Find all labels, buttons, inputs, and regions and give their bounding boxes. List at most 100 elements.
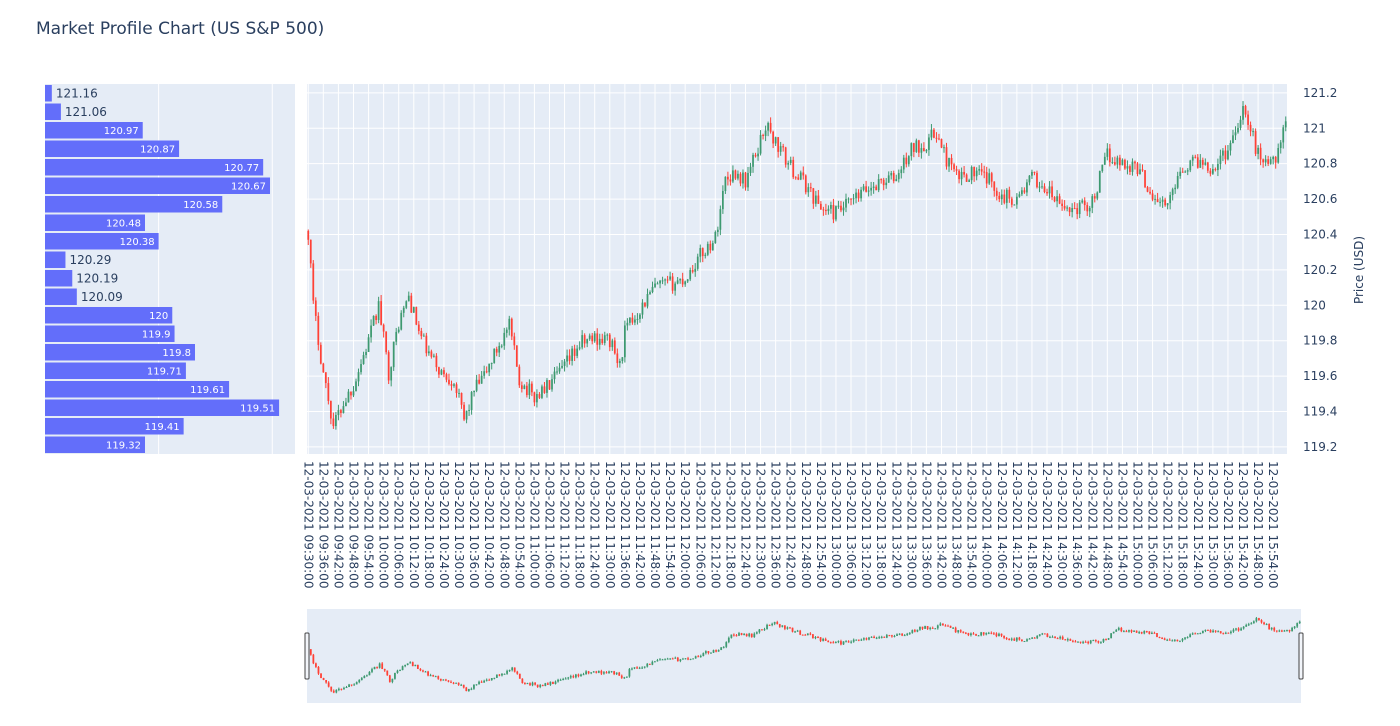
- price-y-tick-label: 120: [1303, 298, 1326, 312]
- candle-body: [732, 170, 734, 182]
- slider-candle-body: [755, 632, 758, 634]
- candle-body: [1043, 186, 1046, 192]
- candle-body: [1166, 203, 1169, 206]
- slider-candle-body: [855, 639, 858, 641]
- candle-body: [669, 276, 671, 280]
- candle-body: [1028, 175, 1031, 183]
- candle-body: [1227, 150, 1229, 160]
- candle-body: [1264, 159, 1267, 163]
- candle-body: [561, 365, 563, 368]
- slider-candle-body: [1237, 628, 1240, 631]
- price-y-tick-label: 121.2: [1303, 86, 1337, 100]
- price-x-tick-label: 12-03-2021 12:18:00: [723, 461, 737, 588]
- slider-candle-body: [625, 676, 628, 678]
- candle-body: [654, 283, 656, 287]
- candle-body: [382, 324, 385, 332]
- candle-body: [1086, 205, 1089, 212]
- slider-candle-body: [577, 674, 580, 677]
- slider-candle-body: [498, 674, 501, 676]
- slider-candle-body: [516, 671, 519, 674]
- slider-candle-body: [745, 633, 748, 637]
- slider-candle-body: [1140, 632, 1143, 634]
- candle-body: [636, 318, 639, 320]
- slider-candle-body: [801, 634, 804, 636]
- slider-candle-body: [789, 627, 791, 629]
- candle-body: [503, 332, 506, 346]
- slider-candle-body: [531, 682, 534, 686]
- slider-candle-body: [786, 627, 789, 629]
- candle-body: [1036, 172, 1038, 188]
- price-x-tick-label: 12-03-2021 10:06:00: [392, 461, 406, 588]
- candle-body: [965, 174, 968, 182]
- candle-body: [955, 169, 958, 171]
- price-x-ticks: 12-03-2021 09:30:00 12-03-2021 09:36:00 12…: [301, 461, 1280, 588]
- slider-candle-body: [674, 657, 677, 659]
- slider-candle-body: [1168, 639, 1171, 641]
- slider-candle-body: [1286, 629, 1288, 631]
- candle-body: [719, 209, 722, 230]
- slider-candle-body: [919, 626, 921, 630]
- slider-candle-body: [1092, 640, 1095, 642]
- slider-candle-body: [1056, 638, 1059, 640]
- candle-body: [345, 402, 347, 407]
- candle-body: [1159, 201, 1161, 203]
- slider-candle-body: [1010, 638, 1013, 640]
- slider-candle-body: [832, 642, 835, 644]
- candle-body: [1274, 156, 1277, 163]
- range-slider-right-handle[interactable]: [1298, 632, 1304, 680]
- slider-candle-body: [1125, 631, 1128, 633]
- slider-candle-body: [776, 622, 779, 625]
- candle-body: [639, 314, 641, 319]
- slider-candle-body: [572, 676, 575, 678]
- slider-candle-body: [880, 636, 883, 638]
- slider-candle-body: [921, 626, 924, 629]
- slider-candle-body: [878, 637, 881, 639]
- profile-bar-label: 119.41: [145, 422, 180, 433]
- slider-candle-body: [541, 685, 544, 687]
- candle-body: [850, 198, 852, 200]
- candle-body: [975, 170, 978, 177]
- candle-body: [631, 317, 634, 323]
- candle-body: [847, 198, 850, 200]
- slider-candle-body: [903, 635, 906, 637]
- slider-candle-body: [411, 662, 414, 667]
- slider-candle-body: [715, 650, 717, 652]
- candle-body: [405, 301, 408, 308]
- candle-body: [774, 137, 777, 144]
- candle-body: [1279, 142, 1282, 149]
- profile-bar-label: 120.58: [183, 200, 218, 211]
- slider-candle-body: [1263, 622, 1265, 625]
- candle-body: [1161, 199, 1164, 202]
- candle-body: [699, 248, 702, 257]
- slider-candle-body: [544, 683, 547, 686]
- candle-body: [1176, 175, 1179, 188]
- candle-body: [1156, 198, 1159, 203]
- slider-candle-body: [495, 674, 498, 678]
- slider-candle-body: [457, 682, 460, 685]
- candle-body: [533, 392, 536, 403]
- price-x-tick-label: 12-03-2021 13:24:00: [889, 461, 903, 588]
- candle-body: [558, 367, 561, 372]
- candle-body: [548, 380, 551, 390]
- price-x-tick-label: 12-03-2021 09:48:00: [346, 461, 360, 588]
- slider-candle-body: [692, 658, 695, 660]
- slider-candle-body: [1100, 641, 1102, 643]
- price-x-tick-label: 12-03-2021 12:30:00: [754, 461, 768, 588]
- candle-body: [1108, 148, 1111, 163]
- candle-body: [541, 386, 543, 398]
- slider-candle-body: [513, 667, 516, 672]
- slider-candle-body: [371, 669, 373, 672]
- slider-candle-body: [1115, 629, 1118, 632]
- slider-candle-body: [406, 663, 409, 666]
- range-slider-left-handle[interactable]: [304, 632, 310, 680]
- candle-body: [706, 243, 709, 255]
- candle-body: [314, 300, 317, 316]
- candle-body: [515, 345, 518, 367]
- candle-body: [714, 231, 717, 244]
- candle-body: [767, 122, 769, 131]
- slider-candle-body: [809, 633, 812, 635]
- price-plot-background: [307, 84, 1287, 454]
- price-x-tick-label: 12-03-2021 15:12:00: [1161, 461, 1175, 588]
- slider-candle-body: [1089, 640, 1092, 644]
- range-slider-background[interactable]: [307, 609, 1301, 703]
